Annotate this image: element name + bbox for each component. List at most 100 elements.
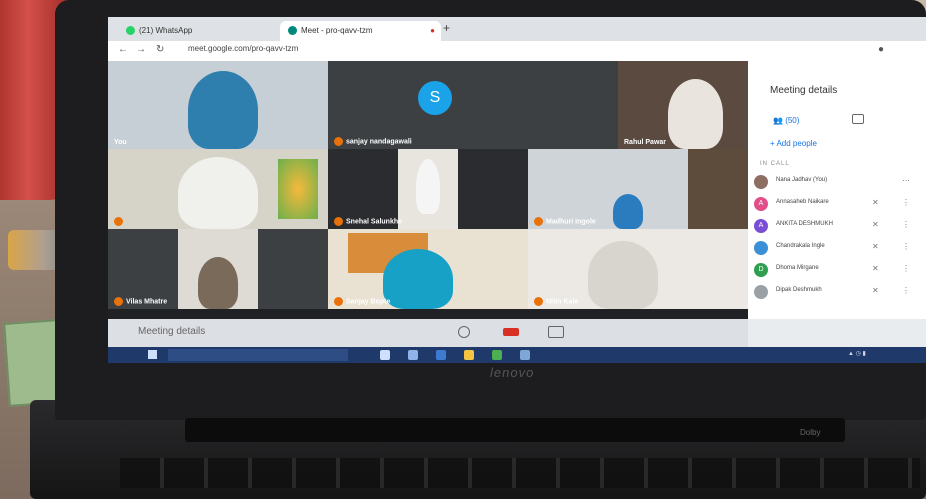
laptop-hinge <box>185 418 845 442</box>
meet-bottom-bar: Meeting details <box>108 319 748 347</box>
flower-decoration <box>278 159 318 219</box>
profile-icon[interactable]: ● <box>878 44 884 55</box>
participant-figure <box>668 79 723 149</box>
meeting-details-panel: Meeting details 👥 (50) + Add people IN C… <box>748 61 926 319</box>
tile-name: Snehal Salunkhe <box>334 217 402 226</box>
tile-name: sanjay nandagawali <box>334 137 412 146</box>
laptop-screen: (21) WhatsApp Meet - pro-qavv-tzm ● + ← … <box>108 17 926 363</box>
laptop-brand-logo: lenovo <box>490 365 535 380</box>
participant-figure <box>383 249 453 309</box>
address-bar: ← → ↻ meet.google.com/pro-qavv-tzm ● <box>108 41 926 62</box>
camera-icon[interactable] <box>548 326 564 338</box>
app-icon[interactable] <box>520 350 530 360</box>
tab-meet[interactable]: Meet - pro-qavv-tzm ● <box>280 21 441 41</box>
muted-mic-icon <box>534 297 543 306</box>
participant-figure <box>178 157 258 229</box>
avatar: D <box>754 263 768 277</box>
taskbar-search-box[interactable] <box>168 349 348 361</box>
participant-figure <box>588 241 658 309</box>
muted-mic-icon <box>114 297 123 306</box>
end-call-icon[interactable] <box>503 328 519 336</box>
in-call-heading: IN CALL <box>760 161 790 167</box>
participant-figure <box>613 194 643 229</box>
participant-row[interactable]: Nana Jadhav (You) ⋯ <box>752 173 922 191</box>
whatsapp-icon <box>126 26 135 36</box>
muted-mic-icon: ✕ <box>872 198 879 207</box>
url-field[interactable]: meet.google.com/pro-qavv-tzm <box>188 44 298 53</box>
people-tab[interactable]: 👥 (50) <box>773 116 799 125</box>
avatar <box>754 241 768 255</box>
tile-name: Madhuri Ingole <box>534 217 596 226</box>
participant-figure <box>198 257 238 309</box>
windows-start-icon[interactable] <box>148 350 157 359</box>
video-tile[interactable]: Vilas Mhatre <box>108 229 328 309</box>
muted-mic-icon <box>114 217 123 226</box>
reload-icon[interactable]: ↻ <box>156 44 164 55</box>
participant-name: ANKITA DESHMUKH <box>776 221 833 227</box>
chrome-icon[interactable] <box>492 350 502 360</box>
mic-icon[interactable] <box>458 326 470 338</box>
muted-mic-icon <box>534 217 543 226</box>
video-tile[interactable]: Sanjay Bopte <box>328 229 528 309</box>
muted-mic-icon: ✕ <box>872 286 879 295</box>
system-tray: ▲ ◷ ▮ <box>848 351 866 357</box>
video-tile[interactable]: S sanjay nandagawali <box>328 61 618 149</box>
door-background <box>688 149 748 229</box>
edge-icon[interactable] <box>436 350 446 360</box>
add-people-button[interactable]: + Add people <box>770 139 817 148</box>
muted-mic-icon <box>334 297 343 306</box>
muted-mic-icon <box>334 217 343 226</box>
video-tile[interactable] <box>108 149 328 229</box>
participant-figure <box>416 159 440 214</box>
participant-figure <box>188 71 258 149</box>
meet-icon <box>288 26 297 36</box>
task-view-icon[interactable] <box>408 350 418 360</box>
keyboard-keys <box>120 458 920 488</box>
more-icon[interactable]: ⋮ <box>902 264 910 273</box>
video-tile[interactable]: Madhuri Ingole <box>528 149 748 229</box>
muted-mic-icon: ✕ <box>872 220 879 229</box>
more-icon[interactable]: ⋮ <box>902 198 910 207</box>
avatar <box>754 175 768 189</box>
video-tile[interactable]: Snehal Salunkhe <box>328 149 528 229</box>
avatar <box>754 285 768 299</box>
participant-name: Dhoma Mirgane <box>776 265 819 271</box>
recording-dot-icon: ● <box>430 26 435 35</box>
file-explorer-icon[interactable] <box>464 350 474 360</box>
tile-name <box>114 217 126 226</box>
tab-label: Meet - pro-qavv-tzm <box>301 26 373 35</box>
muted-mic-icon <box>334 137 343 146</box>
participant-name: Nana Jadhav (You) <box>776 177 828 183</box>
video-tile[interactable]: You <box>108 61 328 149</box>
participant-row[interactable]: A ANKITA DESHMUKH ✕ ⋮ <box>752 217 922 235</box>
participant-row[interactable]: A Annasaheb Naikare ✕ ⋮ <box>752 195 922 213</box>
windows-taskbar: ▲ ◷ ▮ <box>108 347 926 363</box>
browser-tab-bar: (21) WhatsApp Meet - pro-qavv-tzm ● + <box>108 17 926 41</box>
video-tile[interactable]: Nitin Kale <box>528 229 748 309</box>
participant-row[interactable]: D Dhoma Mirgane ✕ ⋮ <box>752 261 922 279</box>
more-icon[interactable]: ⋮ <box>902 220 910 229</box>
more-icon[interactable]: ⋮ <box>902 242 910 251</box>
tab-whatsapp[interactable]: (21) WhatsApp <box>118 21 200 41</box>
more-icon[interactable]: ⋮ <box>902 286 910 295</box>
video-tile[interactable]: Rahul Pawar <box>618 61 748 149</box>
avatar: S <box>418 81 452 115</box>
chat-icon[interactable] <box>852 114 864 124</box>
tile-name: Sanjay Bopte <box>334 297 390 306</box>
avatar: A <box>754 219 768 233</box>
avatar: A <box>754 197 768 211</box>
participant-row[interactable]: Dipak Deshmukh ✕ ⋮ <box>752 283 922 301</box>
panel-title: Meeting details <box>770 85 838 96</box>
new-tab-button[interactable]: + <box>443 21 450 35</box>
muted-mic-icon: ✕ <box>872 264 879 273</box>
laptop-sticker: Dolby <box>800 428 821 437</box>
forward-icon[interactable]: → <box>136 44 146 55</box>
participant-row[interactable]: Chandrakala Ingle ✕ ⋮ <box>752 239 922 257</box>
more-icon[interactable]: ⋯ <box>902 176 910 185</box>
back-icon[interactable]: ← <box>118 44 128 55</box>
participant-name: Chandrakala Ingle <box>776 243 825 249</box>
tile-name: Rahul Pawar <box>624 139 667 146</box>
tab-label: (21) WhatsApp <box>139 26 193 35</box>
cortana-icon[interactable] <box>380 350 390 360</box>
meeting-details-label[interactable]: Meeting details <box>138 326 205 337</box>
